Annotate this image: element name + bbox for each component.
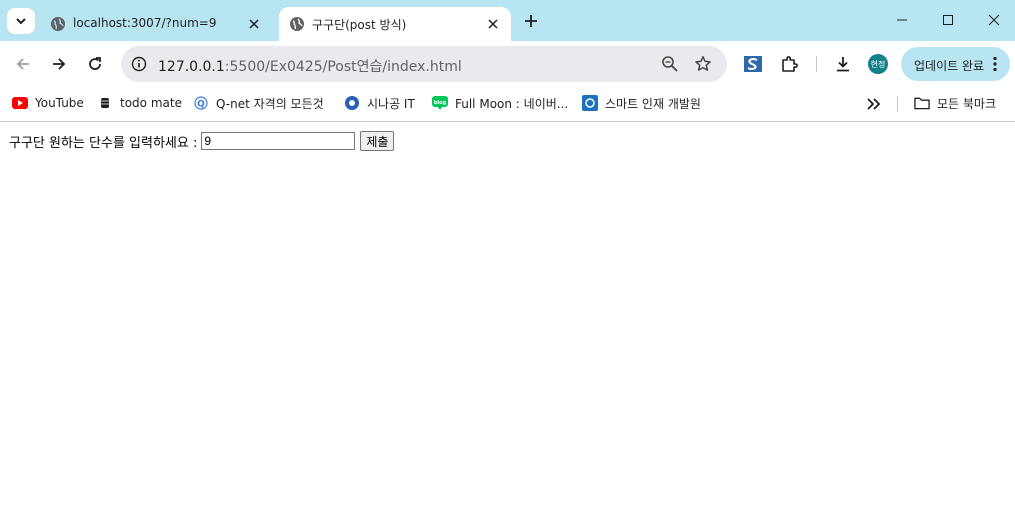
sinagong-icon [344, 95, 360, 111]
dan-input-label: 구구단 원하는 단수를 입력하세요 : [9, 135, 198, 151]
smart-icon [582, 95, 598, 111]
bookmark-qnet[interactable]: Q Q-net 자격의 모든것 [193, 93, 324, 113]
bookmarks-bar: YouTube todo mate Q Q-net 자격의 모든것 시나공 IT… [0, 86, 1015, 122]
close-icon[interactable] [485, 16, 501, 32]
update-label: 업데이트 완료 [914, 59, 985, 73]
page-content: 구구단 원하는 단수를 입력하세요 : 제출 [0, 122, 1015, 517]
url-path: :5500/Ex0425/Post연습/index.html [224, 59, 462, 75]
close-icon [988, 14, 1000, 26]
submit-button[interactable]: 제출 [360, 131, 395, 151]
bookmark-label: Q-net 자격의 모든것 [216, 96, 324, 111]
browser-toolbar: 127.0.0.1:5500/Ex0425/Post연습/index.html … [0, 41, 1015, 86]
tab-search-button[interactable] [7, 8, 35, 34]
new-tab-button[interactable] [522, 12, 540, 30]
bookmark-label: YouTube [35, 96, 84, 110]
folder-icon [914, 95, 930, 111]
todo-mate-icon [97, 95, 113, 111]
youtube-icon [12, 95, 28, 111]
site-info-icon[interactable] [130, 55, 148, 73]
qnet-icon: Q [193, 95, 209, 111]
bookmark-todo-mate[interactable]: todo mate [97, 93, 182, 113]
globe-icon [290, 17, 304, 31]
arrow-left-icon [16, 58, 29, 70]
zoom-icon[interactable] [661, 55, 679, 73]
reload-button[interactable] [84, 53, 106, 75]
svg-text:Q: Q [197, 100, 205, 110]
menu-dots-icon[interactable] [992, 56, 998, 72]
arrow-right-icon [53, 58, 66, 70]
tab-title: localhost:3007/?num=9 [73, 16, 217, 30]
toolbar-divider [816, 56, 817, 72]
forward-button[interactable] [48, 53, 70, 75]
extension-s-icon[interactable] [742, 53, 764, 75]
bookmark-label: 시나공 IT [367, 96, 415, 111]
bookmark-sinagong[interactable]: 시나공 IT [344, 93, 415, 113]
dan-input[interactable] [201, 132, 356, 150]
plus-icon [525, 15, 537, 27]
tab-strip: localhost:3007/?num=9 구구단(post 방식) [0, 0, 1015, 41]
bookmarks-divider [897, 96, 898, 112]
tab-gugudan[interactable]: 구구단(post 방식) [279, 7, 511, 41]
bookmark-label: 모든 북마크 [937, 96, 997, 111]
gugudan-form: 구구단 원하는 단수를 입력하세요 : 제출 [9, 131, 395, 151]
window-close-button[interactable] [982, 10, 1006, 30]
url-text[interactable]: 127.0.0.1:5500/Ex0425/Post연습/index.html [158, 56, 462, 76]
back-button[interactable] [12, 53, 34, 75]
url-host: 127.0.0.1 [158, 59, 225, 75]
chevron-double-right-icon[interactable] [864, 96, 882, 112]
address-bar[interactable]: 127.0.0.1:5500/Ex0425/Post연습/index.html [121, 46, 727, 82]
bookmark-youtube[interactable]: YouTube [12, 93, 84, 113]
tab-title: 구구단(post 방식) [312, 18, 407, 32]
bookmark-label: 스마트 인재 개발원 [605, 96, 701, 111]
close-icon[interactable] [246, 16, 262, 32]
globe-icon [51, 17, 65, 31]
profile-avatar[interactable]: 현정 [868, 54, 888, 74]
maximize-icon [943, 15, 953, 25]
all-bookmarks-folder[interactable]: 모든 북마크 [914, 93, 996, 113]
bookmark-label: todo mate [120, 96, 182, 110]
chevron-down-icon [16, 18, 26, 25]
maximize-button[interactable] [936, 10, 960, 30]
reload-icon [89, 57, 101, 70]
bookmark-star-icon[interactable] [694, 55, 712, 73]
extensions-puzzle-icon[interactable] [778, 53, 800, 75]
svg-text:blog: blog [434, 100, 447, 106]
update-button[interactable]: 업데이트 완료 [901, 47, 1010, 81]
profile-label: 현정 [870, 59, 886, 69]
bookmark-fullmoon-blog[interactable]: blog Full Moon : 네이버... [432, 93, 568, 113]
minimize-icon [897, 19, 907, 21]
blog-icon: blog [432, 95, 448, 111]
tab-localhost[interactable]: localhost:3007/?num=9 [40, 7, 272, 41]
download-icon[interactable] [832, 53, 854, 75]
bookmark-smart[interactable]: 스마트 인재 개발원 [582, 93, 701, 113]
minimize-button[interactable] [890, 10, 914, 30]
bookmark-label: Full Moon : 네이버... [455, 96, 569, 111]
